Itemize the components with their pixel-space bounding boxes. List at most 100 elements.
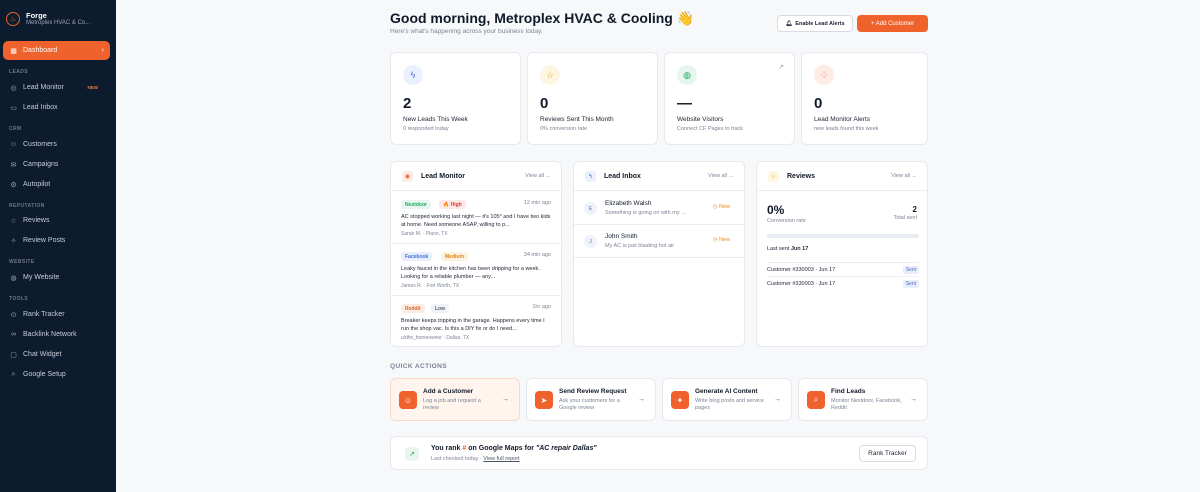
quick-action-sub: Monitor Nextdoor, Facebook, Reddit <box>831 398 902 411</box>
trending-up-icon: ↗ <box>405 447 419 461</box>
sidebar-item-chat-widget[interactable]: ▢ Chat Widget <box>3 345 110 364</box>
external-link-icon[interactable]: ↗ <box>778 63 784 71</box>
stat-sub: Connect CF Pages to track <box>677 126 744 132</box>
panel-title: Reviews <box>787 173 816 180</box>
brand-name: Forge <box>26 11 47 20</box>
section-label-tools: TOOLS <box>9 296 29 302</box>
section-label-leads: LEADS <box>9 69 28 75</box>
quick-action-sub: Log a job and request a review <box>423 398 481 411</box>
list-item[interactable]: Customer #330003 · Jun 17 Sent <box>767 276 919 290</box>
review-customer: Customer #330003 · Jun 17 <box>767 281 836 287</box>
lead-inbox-panel: ϟ Lead Inbox View all → E Elizabeth Wals… <box>573 161 745 347</box>
panel-header: ◉ Lead Monitor View all → <box>391 162 561 191</box>
list-item[interactable]: Nextdoor 🔥 High 12 min ago AC stopped wo… <box>391 192 561 244</box>
stat-label: Reviews Sent This Month <box>540 116 614 123</box>
users-icon: ☺ <box>9 141 18 148</box>
panel-title: Lead Monitor <box>421 173 465 180</box>
grid-icon: ▦ <box>10 47 17 55</box>
rank-tracker-button[interactable]: Rank Tracker <box>859 445 916 462</box>
stat-label: Lead Monitor Alerts <box>814 116 871 123</box>
sidebar-item-label: Chat Widget <box>23 351 62 358</box>
view-all-link[interactable]: View all → <box>525 173 551 179</box>
view-all-link[interactable]: View all → <box>891 173 917 179</box>
quick-action-add-customer[interactable]: ☺ Add a Customer Log a job and request a… <box>390 378 520 421</box>
view-all-link[interactable]: View all → <box>708 173 734 179</box>
quick-action-generate-ai-content[interactable]: ✦ Generate AI Content Write blog posts a… <box>662 378 792 421</box>
source-tag: Nextdoor <box>401 200 431 209</box>
status-badge: ◷ New <box>712 204 730 210</box>
add-customer-button[interactable]: + Add Customer <box>857 15 928 32</box>
stat-card-lead-monitor-alerts[interactable]: ♢ 0 Lead Monitor Alerts new leads found … <box>801 52 928 145</box>
avatar: E <box>584 202 597 215</box>
users-icon: ☺ <box>399 391 417 409</box>
source-tag: Facebook <box>401 252 433 261</box>
sidebar-item-lead-inbox[interactable]: ▭ Lead Inbox <box>3 98 110 117</box>
last-sent-date: Jun 17 <box>790 246 809 252</box>
enable-lead-alerts-button[interactable]: 🔔︎ Enable Lead Alerts <box>777 15 853 32</box>
gear-icon: ⚙ <box>10 181 17 189</box>
sidebar-item-my-website[interactable]: ◍ My Website <box>3 268 110 287</box>
sidebar-item-label: Lead Monitor <box>23 84 64 91</box>
sidebar-item-campaigns[interactable]: ✉ Campaigns <box>3 155 110 174</box>
page-title: Good morning, Metroplex HVAC & Cooling 👋 <box>390 10 695 26</box>
conversion-progress-bar <box>767 234 919 238</box>
quick-action-title: Add a Customer <box>423 388 474 395</box>
sidebar-item-backlink-network[interactable]: ∞ Backlink Network <box>3 325 110 344</box>
sidebar-item-label: Campaigns <box>23 161 59 168</box>
total-sent-value: 2 <box>912 205 917 214</box>
sidebar-item-rank-tracker[interactable]: ⊙ Rank Tracker <box>3 305 110 324</box>
view-full-report-link[interactable]: View full report <box>483 456 519 462</box>
chat-icon: ▢ <box>10 351 17 359</box>
sidebar-item-autopilot[interactable]: ⚙ Autopilot <box>3 175 110 194</box>
stat-card-new-leads[interactable]: ϟ 2 New Leads This Week 0 responded toda… <box>390 52 521 145</box>
sidebar-item-lead-monitor[interactable]: ◎ Lead Monitor NEW <box>3 78 110 97</box>
conversion-value: 0% <box>767 203 785 217</box>
quick-action-send-review-request[interactable]: ➤ Send Review Request Ask your customers… <box>526 378 656 421</box>
status-badge: Sent <box>902 266 919 274</box>
quick-action-find-leads[interactable]: ⌕ Find Leads Monitor Nextdoor, Facebook,… <box>798 378 928 421</box>
sidebar-item-review-posts[interactable]: ✧ Review Posts <box>3 231 110 250</box>
conversion-label: Conversion rate <box>767 218 806 224</box>
mail-icon: ✉ <box>10 161 17 169</box>
sidebar-item-label: Customers <box>23 141 57 148</box>
sparkle-icon: ✧ <box>10 237 17 245</box>
message-preview: Something is going on with my ... <box>605 210 686 216</box>
sidebar-item-reviews[interactable]: ☆ Reviews <box>3 211 110 230</box>
section-label-crm: CRM <box>9 126 22 132</box>
brand-subtitle: Metroplex HVAC & Co... <box>26 19 91 26</box>
stat-card-reviews-sent[interactable]: ☆ 0 Reviews Sent This Month 0% conversio… <box>527 52 658 145</box>
radar-icon: ◎ <box>10 84 17 92</box>
status-label: New <box>718 237 730 243</box>
target-icon: ⊙ <box>10 311 17 319</box>
sidebar-item-dashboard[interactable]: ▦ Dashboard › <box>3 41 110 60</box>
sidebar-item-customers[interactable]: ☺ Customers <box>3 135 110 154</box>
page-subtitle: Here's what's happening across your busi… <box>390 28 543 35</box>
rank-banner: ↗ You rank # on Google Maps for "AC repa… <box>390 436 928 470</box>
stat-card-website-visitors[interactable]: ◍ ↗ — Website Visitors Connect CF Pages … <box>664 52 795 145</box>
timestamp: 12 min ago <box>523 200 551 206</box>
sidebar-item-label: Rank Tracker <box>23 311 65 318</box>
reviews-panel: ☆ Reviews View all → 0% Conversion rate … <box>756 161 928 347</box>
rank-middle: on Google Maps for <box>468 445 534 452</box>
list-item[interactable]: Reddit Low 1hr ago Breaker keeps trippin… <box>391 296 561 348</box>
panel-header: ϟ Lead Inbox View all → <box>574 162 744 191</box>
brand[interactable]: ♨ Forge Metroplex HVAC & Co... <box>0 0 116 30</box>
list-item[interactable]: Facebook Medium 34 min ago Leaky faucet … <box>391 244 561 296</box>
arrow-right-icon: → <box>502 396 509 403</box>
status-label: New <box>718 204 730 210</box>
list-item[interactable]: J John Smith My AC is just blasting hot … <box>574 225 744 258</box>
quick-action-sub: Write blog posts and service pages <box>695 398 764 411</box>
inbox-icon: ▭ <box>10 104 17 112</box>
lead-location: James R. · Fort Worth, TX <box>401 283 460 289</box>
globe-icon: ◍ <box>677 65 697 85</box>
flame-icon: ♨ <box>6 12 20 26</box>
stat-label: Website Visitors <box>677 116 724 123</box>
sidebar-item-label: Dashboard <box>23 47 58 54</box>
chevron-right-icon: › <box>101 47 104 54</box>
list-item[interactable]: E Elizabeth Walsh Something is going on … <box>574 192 744 225</box>
list-item[interactable]: Customer #330003 · Jun 17 Sent <box>767 262 919 276</box>
arrow-right-icon: → <box>910 396 917 403</box>
sidebar-item-google-setup[interactable]: ⌕ Google Setup <box>3 365 110 384</box>
message-preview: My AC is just blasting hot air <box>605 243 675 249</box>
link-icon: ∞ <box>11 331 16 338</box>
